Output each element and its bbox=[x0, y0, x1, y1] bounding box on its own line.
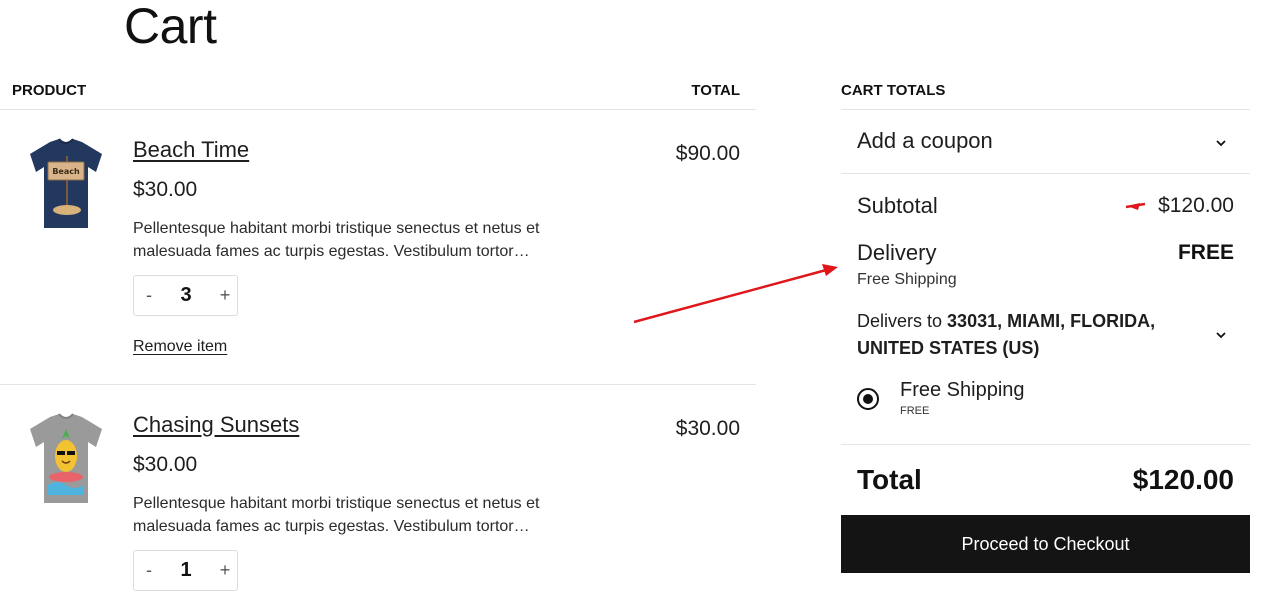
line-total: $30.00 bbox=[675, 417, 740, 440]
subtotal-arrow-line bbox=[1125, 202, 1146, 209]
product-link-chasing-sunsets[interactable]: Chasing Sunsets bbox=[133, 412, 299, 438]
product-link-beach-time[interactable]: Beach Time bbox=[133, 137, 249, 163]
product-thumbnail-beach-time[interactable]: Beach bbox=[26, 136, 106, 236]
annotation-arrows bbox=[633, 202, 1146, 324]
product-unit-price: $30.00 bbox=[133, 453, 198, 476]
shipping-option-label: Free Shipping bbox=[900, 379, 1025, 401]
product-description: Pellentesque habitant morbi tristique se… bbox=[133, 220, 540, 260]
quantity-value[interactable]: 1 bbox=[169, 558, 203, 582]
cart-totals-heading: CART TOTALS bbox=[841, 82, 946, 99]
column-header-product: PRODUCT bbox=[12, 82, 87, 99]
totals-divider bbox=[841, 444, 1250, 445]
annotation-arrow-line bbox=[633, 267, 831, 324]
remove-item-link[interactable]: Remove item bbox=[133, 337, 227, 357]
header-divider bbox=[0, 109, 756, 110]
chevron-down-icon bbox=[1216, 140, 1226, 147]
total-value: $120.00 bbox=[1132, 464, 1234, 495]
decrement-button[interactable]: - bbox=[139, 559, 159, 581]
radio-selected-dot bbox=[863, 394, 873, 404]
svg-text:Beach: Beach bbox=[52, 167, 80, 176]
page-title: Cart bbox=[124, 0, 217, 54]
line-total: $90.00 bbox=[675, 142, 740, 165]
product-unit-price: $30.00 bbox=[133, 178, 198, 201]
product-thumbnail-chasing-sunsets[interactable] bbox=[26, 411, 106, 511]
coupon-label: Add a coupon bbox=[857, 128, 993, 153]
annotation-arrowhead bbox=[822, 264, 838, 276]
coupon-toggle[interactable]: Add a coupon bbox=[841, 110, 1250, 172]
shipping-radio[interactable] bbox=[857, 388, 879, 410]
total-label: Total bbox=[857, 464, 922, 495]
shipping-option-free[interactable]: Free Shipping FREE bbox=[857, 376, 1157, 426]
row-divider bbox=[0, 384, 756, 385]
chevron-down-icon bbox=[1216, 332, 1226, 339]
column-header-total: TOTAL bbox=[691, 82, 740, 99]
quantity-stepper: - 3 + bbox=[133, 275, 238, 316]
quantity-value[interactable]: 3 bbox=[169, 283, 203, 307]
grey-tshirt-pineapple-icon bbox=[30, 413, 102, 503]
quantity-stepper: - 1 + bbox=[133, 550, 238, 591]
decrement-button[interactable]: - bbox=[139, 284, 159, 306]
increment-button[interactable]: + bbox=[215, 559, 235, 581]
product-description: Pellentesque habitant morbi tristique se… bbox=[133, 495, 540, 535]
totals-divider bbox=[841, 173, 1250, 174]
navy-tshirt-beach-sign-icon: Beach bbox=[30, 138, 102, 228]
increment-button[interactable]: + bbox=[215, 284, 235, 306]
proceed-to-checkout-button[interactable]: Proceed to Checkout bbox=[841, 515, 1250, 573]
shipping-option-price: FREE bbox=[900, 405, 930, 417]
